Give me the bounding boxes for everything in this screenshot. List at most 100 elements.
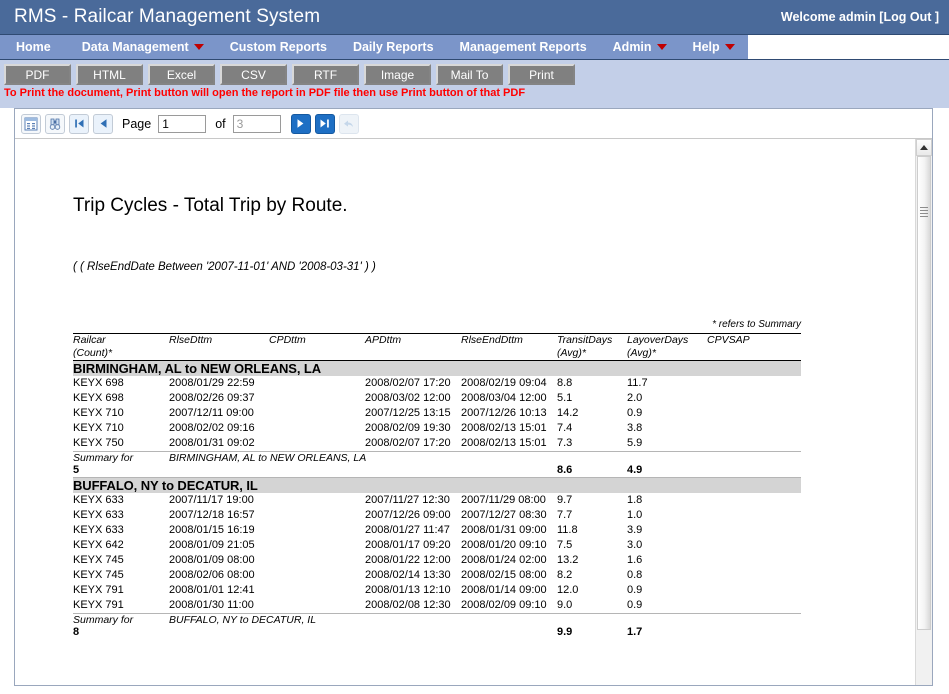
cell-cpvsap [707,598,801,614]
table-row: KEYX 633 2007/11/17 19:00 2007/11/27 12:… [73,493,801,508]
summary-label: Summary for [73,452,169,465]
app-header: RMS - Railcar Management System Welcome … [0,0,949,35]
print-button[interactable]: Print [508,64,575,85]
group-summary-values-row: 8 9.9 1.7 [73,626,801,638]
cell-railcar: KEYX 791 [73,598,169,614]
column-header-layoverdays: LayoverDays (Avg)* [627,334,707,361]
nav-label: Management Reports [460,40,587,54]
find-button[interactable] [45,114,65,134]
column-header-railcar: Railcar (Count)* [73,334,169,361]
cell-cpvsap [707,508,801,523]
cell-apdttm: 2008/02/07 17:20 [365,376,461,391]
column-header-transitdays: TransitDays (Avg)* [557,334,627,361]
cell-rlseenddttm: 2008/01/14 09:00 [461,583,557,598]
cell-layoverdays: 0.9 [627,583,707,598]
nav-item-daily-reports[interactable]: Daily Reports [340,35,447,59]
export-rtf-button[interactable]: RTF [292,64,359,85]
cell-transitdays: 7.4 [557,421,627,436]
nav-item-admin[interactable]: Admin [600,35,680,59]
of-label: of [215,117,225,131]
report-table: Railcar (Count)* RlseDttm CPDttm APDttm [73,333,801,638]
back-parent-report-icon [342,117,355,130]
cell-cpdttm [269,583,365,598]
cell-rlsedttm: 2008/01/15 16:19 [169,523,269,538]
cell-apdttm: 2008/02/08 12:30 [365,598,461,614]
group-header-row: BIRMINGHAM, AL to NEW ORLEANS, LA [73,361,801,377]
export-toolbar: PDF HTML Excel CSV RTF Image Mail To Pri… [0,60,949,85]
export-csv-button[interactable]: CSV [220,64,287,85]
welcome-logout-link[interactable]: Welcome admin [Log Out ] [781,10,939,24]
previous-page-button[interactable] [93,114,113,134]
first-page-button[interactable] [69,114,89,134]
cell-apdttm: 2008/02/14 13:30 [365,568,461,583]
summary-transit-avg: 9.9 [557,626,627,638]
nav-label: Home [16,40,51,54]
cell-cpvsap [707,406,801,421]
group-header-row: BUFFALO, NY to DECATUR, IL [73,477,801,493]
page-number-input[interactable] [158,115,206,133]
cell-rlseenddttm: 2008/03/04 12:00 [461,391,557,406]
export-image-button[interactable]: Image [364,64,431,85]
nav-item-data-management[interactable]: Data Management [69,35,217,59]
document-map-button[interactable] [21,114,41,134]
mail-to-button[interactable]: Mail To [436,64,503,85]
export-pdf-button[interactable]: PDF [4,64,71,85]
summary-group-name: BUFFALO, NY to DECATUR, IL [169,613,801,626]
cell-transitdays: 7.3 [557,436,627,452]
next-page-button[interactable] [291,114,311,134]
cell-transitdays: 12.0 [557,583,627,598]
app-title: RMS - Railcar Management System [14,6,320,28]
cell-cpdttm [269,493,365,508]
cell-layoverdays: 2.0 [627,391,707,406]
summary-layover-avg: 1.7 [627,626,707,638]
nav-item-management-reports[interactable]: Management Reports [447,35,600,59]
export-html-button[interactable]: HTML [76,64,143,85]
cell-apdttm: 2008/01/17 09:20 [365,538,461,553]
table-row: KEYX 698 2008/01/29 22:59 2008/02/07 17:… [73,376,801,391]
nav-item-help[interactable]: Help [680,35,748,59]
cell-layoverdays: 1.6 [627,553,707,568]
report-title: Trip Cycles - Total Trip by Route. [73,195,895,217]
export-excel-button[interactable]: Excel [148,64,215,85]
cell-rlseenddttm: 2007/11/29 08:00 [461,493,557,508]
column-header-cpvsap: CPVSAP [707,334,801,361]
cell-cpdttm [269,421,365,436]
summary-layover-avg: 4.9 [627,464,707,476]
cell-cpdttm [269,436,365,452]
table-row: KEYX 633 2007/12/18 16:57 2007/12/26 09:… [73,508,801,523]
cell-layoverdays: 3.0 [627,538,707,553]
cell-railcar: KEYX 642 [73,538,169,553]
cell-rlseenddttm: 2008/01/24 02:00 [461,553,557,568]
cell-railcar: KEYX 633 [73,493,169,508]
scroll-up-button[interactable] [916,139,932,156]
cell-layoverdays: 3.9 [627,523,707,538]
last-page-button[interactable] [315,114,335,134]
cell-cpdttm [269,538,365,553]
summary-count: 5 [73,464,169,476]
triangle-up-icon [920,145,928,150]
table-row: KEYX 745 2008/01/09 08:00 2008/01/22 12:… [73,553,801,568]
nav-item-custom-reports[interactable]: Custom Reports [217,35,340,59]
scrollbar-thumb[interactable] [917,156,931,630]
cell-cpvsap [707,493,801,508]
report-viewer-body: Trip Cycles - Total Trip by Route. ( ( R… [15,139,932,685]
cell-rlsedttm: 2008/01/01 12:41 [169,583,269,598]
nav-item-home[interactable]: Home [0,35,69,59]
report-filter-criteria: ( ( RlseEndDate Between '2007-11-01' AND… [73,261,895,273]
cell-rlsedttm: 2007/12/18 16:57 [169,508,269,523]
nav-label: Admin [613,40,652,54]
report-vertical-scrollbar[interactable] [915,139,932,685]
cell-rlseenddttm: 2008/02/09 09:10 [461,598,557,614]
column-header-rlsedttm: RlseDttm [169,334,269,361]
summary-group-name: BIRMINGHAM, AL to NEW ORLEANS, LA [169,452,801,465]
cell-cpvsap [707,391,801,406]
group-summary-values-row: 5 8.6 4.9 [73,464,801,476]
cell-layoverdays: 0.8 [627,568,707,583]
table-row: KEYX 750 2008/01/31 09:02 2008/02/07 17:… [73,436,801,452]
column-header-rlseenddttm: RlseEndDttm [461,334,557,361]
cell-rlsedttm: 2008/01/30 11:00 [169,598,269,614]
cell-apdttm: 2008/01/13 12:10 [365,583,461,598]
scrollbar-track[interactable] [916,156,932,685]
cell-railcar: KEYX 710 [73,421,169,436]
cell-rlsedttm: 2007/12/11 09:00 [169,406,269,421]
